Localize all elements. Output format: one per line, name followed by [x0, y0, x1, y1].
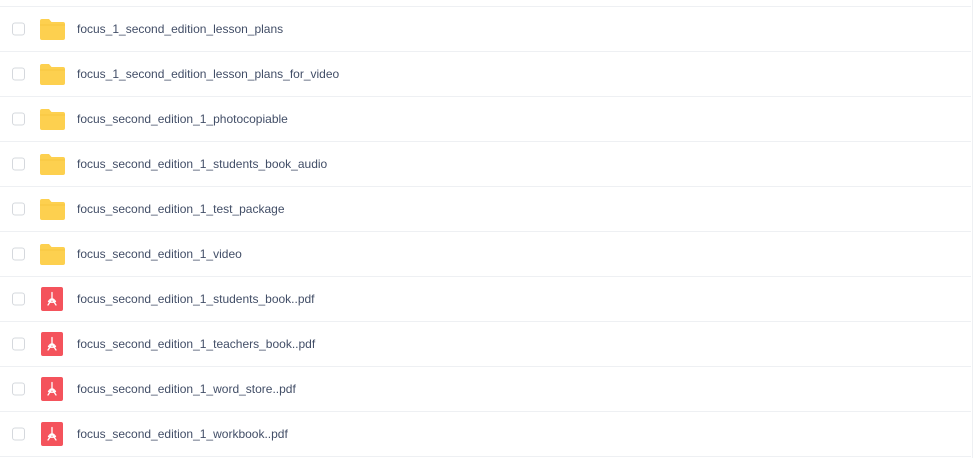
file-row[interactable]: focus_1_second_edition_lesson_plans_for_…	[0, 52, 971, 97]
file-list: focus_1_second_edition_lesson_plans focu…	[0, 0, 973, 458]
file-row[interactable]: focus_second_edition_1_students_book..pd…	[0, 277, 971, 322]
file-name[interactable]: focus_1_second_edition_lesson_plans_for_…	[77, 67, 339, 81]
file-name[interactable]: focus_second_edition_1_workbook..pdf	[77, 427, 288, 441]
file-name[interactable]: focus_second_edition_1_word_store..pdf	[77, 382, 296, 396]
folder-icon	[39, 107, 66, 131]
file-name[interactable]: focus_1_second_edition_lesson_plans	[77, 22, 283, 36]
row-checkbox[interactable]	[12, 292, 25, 306]
row-checkbox[interactable]	[12, 112, 25, 126]
pdf-icon	[39, 332, 66, 356]
file-name[interactable]: focus_second_edition_1_teachers_book..pd…	[77, 337, 315, 351]
pdf-icon	[39, 287, 66, 311]
folder-icon	[39, 242, 66, 266]
file-name[interactable]: focus_second_edition_1_video	[77, 247, 242, 261]
file-row[interactable]: focus_second_edition_1_students_book_aud…	[0, 142, 971, 187]
row-checkbox[interactable]	[12, 22, 25, 36]
file-row[interactable]: focus_second_edition_1_photocopiable	[0, 97, 971, 142]
file-row[interactable]: focus_second_edition_1_video	[0, 232, 971, 277]
pdf-icon	[39, 377, 66, 401]
folder-icon	[39, 197, 66, 221]
folder-icon	[39, 17, 66, 41]
file-row[interactable]: focus_second_edition_1_test_package	[0, 187, 971, 232]
row-checkbox[interactable]	[12, 382, 25, 396]
row-checkbox[interactable]	[12, 157, 25, 171]
file-name[interactable]: focus_second_edition_1_test_package	[77, 202, 285, 216]
row-checkbox[interactable]	[12, 247, 25, 261]
row-checkbox[interactable]	[12, 427, 25, 441]
folder-icon	[39, 152, 66, 176]
file-name[interactable]: focus_second_edition_1_students_book_aud…	[77, 157, 327, 171]
file-row[interactable]: focus_second_edition_1_workbook..pdf	[0, 412, 971, 457]
file-row[interactable]: focus_1_second_edition_lesson_plans	[0, 7, 971, 52]
pdf-icon	[39, 422, 66, 446]
file-row[interactable]: focus_second_edition_1_word_store..pdf	[0, 367, 971, 412]
row-checkbox[interactable]	[12, 202, 25, 216]
file-name[interactable]: focus_second_edition_1_students_book..pd…	[77, 292, 315, 306]
row-checkbox[interactable]	[12, 337, 25, 351]
file-row[interactable]: focus_second_edition_1_teachers_book..pd…	[0, 322, 971, 367]
row-checkbox[interactable]	[12, 67, 25, 81]
file-name[interactable]: focus_second_edition_1_photocopiable	[77, 112, 288, 126]
folder-icon	[39, 62, 66, 86]
